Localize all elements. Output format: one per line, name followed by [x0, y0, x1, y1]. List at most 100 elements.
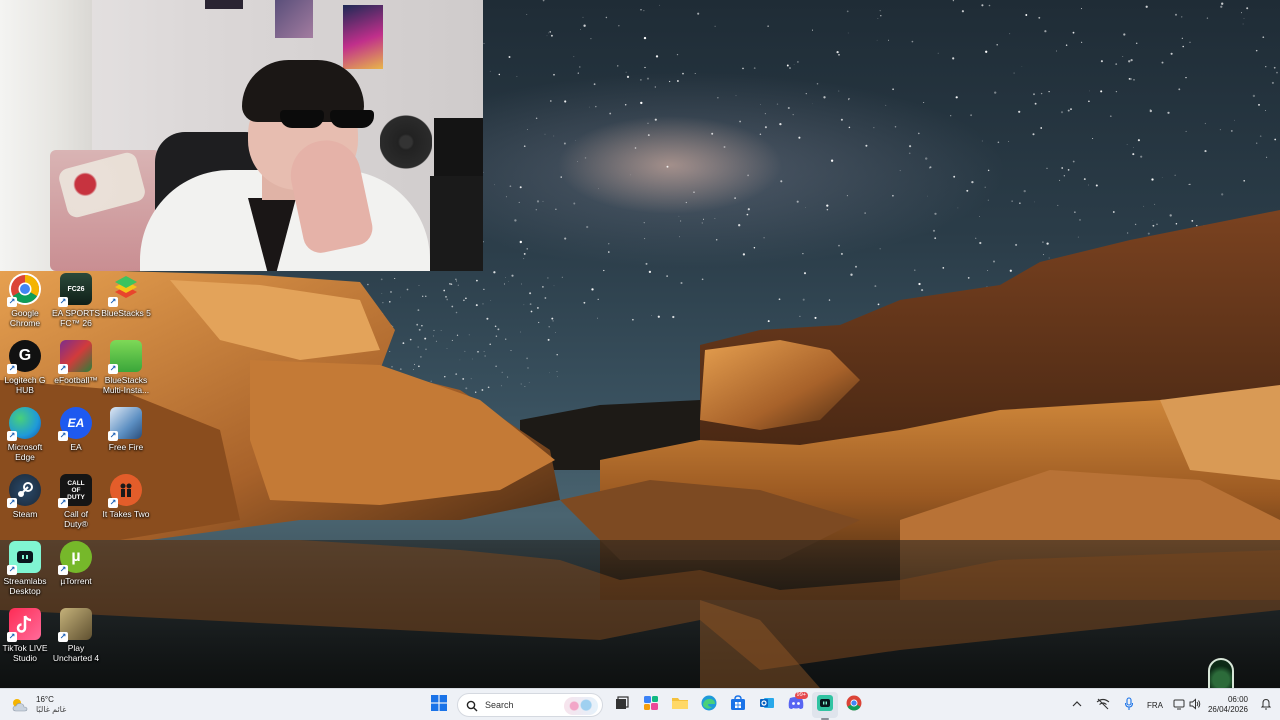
- gaming-poster: [343, 5, 383, 69]
- free-fire-icon: ↗: [108, 407, 142, 441]
- task-view-button[interactable]: [609, 692, 635, 718]
- shortcut-arrow-icon: ↗: [58, 565, 68, 575]
- chevron-up-icon: [1072, 700, 1082, 710]
- streamlabs-icon: [816, 694, 833, 716]
- edge-icon: ↗: [7, 407, 41, 441]
- search-highlight-icon: [564, 697, 598, 715]
- store-icon: [730, 694, 746, 716]
- cloudy-sun-icon: [10, 697, 30, 713]
- shortcut-arrow-icon: ↗: [7, 431, 17, 441]
- desktop-icon-streamlabs-desktop[interactable]: ↗ Streamlabs Desktop: [0, 539, 50, 605]
- chrome-taskbar-button[interactable]: [841, 692, 867, 718]
- widgets-button[interactable]: [638, 692, 664, 718]
- icon-label: It Takes Two: [102, 509, 150, 519]
- shortcut-arrow-icon: ↗: [7, 364, 17, 374]
- shortcut-arrow-icon: ↗: [58, 632, 68, 642]
- shortcut-arrow-icon: ↗: [7, 565, 17, 575]
- display-icon: [1173, 698, 1185, 712]
- tiktok-live-icon: ↗: [7, 608, 41, 642]
- shortcut-arrow-icon: ↗: [58, 431, 68, 441]
- icon-label: Free Fire: [108, 442, 144, 452]
- webcam-overlay: [0, 0, 483, 271]
- taskbar-apps: Search 99+: [424, 692, 868, 720]
- chrome-icon: ↗: [7, 273, 41, 307]
- outlook-button[interactable]: [754, 692, 780, 718]
- icon-label: BlueStacks Multi-Insta...: [102, 375, 150, 395]
- taskbar: 16°C غائم غالبًا Search 99+ FRA 06:00 26…: [0, 688, 1280, 720]
- desktop-icon-bluestacks-multi-instance[interactable]: ↗ BlueStacks Multi-Insta...: [101, 338, 151, 404]
- start-button[interactable]: [426, 692, 452, 718]
- desktop-icon-it-takes-two[interactable]: ↗ It Takes Two: [101, 472, 151, 538]
- fan: [380, 112, 432, 172]
- desktop-icon-steam[interactable]: ↗ Steam: [0, 472, 50, 538]
- quick-settings-button[interactable]: [1173, 695, 1201, 715]
- icon-label: Microsoft Edge: [7, 442, 43, 462]
- task-view-icon: [615, 695, 629, 715]
- bluestacks-icon: ↗: [108, 273, 142, 307]
- desktop-icon-play-uncharted-4[interactable]: ↗ Play Uncharted 4: [51, 606, 101, 672]
- desktop-icon-call-of-duty[interactable]: CALL OF DUTY ↗ Call of Duty®: [51, 472, 101, 538]
- desktop-icon-bluestacks-5[interactable]: ↗ BlueStacks 5: [101, 271, 151, 337]
- desktop-icon-utorrent[interactable]: µ ↗ µTorrent: [51, 539, 101, 605]
- search-icon: [466, 699, 478, 712]
- utorrent-icon: µ ↗: [58, 541, 92, 575]
- streamlabs-taskbar-button[interactable]: [811, 692, 838, 720]
- weather-description: غائم غالبًا: [36, 705, 67, 714]
- desktop-icon-google-chrome[interactable]: ↗ Google Chrome: [0, 271, 50, 337]
- notifications-button[interactable]: [1258, 695, 1274, 715]
- clock-date: 26/04/2026: [1207, 705, 1248, 714]
- desktop-icon-ea-sports-fc-26[interactable]: FC26 ↗ EA SPORTS FC™ 26: [51, 271, 101, 337]
- show-hidden-icons-button[interactable]: [1069, 695, 1085, 715]
- desktop-icon-microsoft-edge[interactable]: ↗ Microsoft Edge: [0, 405, 50, 471]
- icon-label: TikTok LIVE Studio: [2, 643, 48, 663]
- it-takes-two-icon: ↗: [108, 474, 142, 508]
- uncharted-icon: ↗: [58, 608, 92, 642]
- edge-taskbar-button[interactable]: [696, 692, 722, 718]
- desktop-icon-efootball[interactable]: ↗ eFootball™: [51, 338, 101, 404]
- shortcut-arrow-icon: ↗: [7, 297, 17, 307]
- shortcut-arrow-icon: ↗: [108, 297, 118, 307]
- windows-logo-icon: [430, 694, 447, 716]
- search-placeholder: Search: [485, 700, 514, 710]
- icon-label: Google Chrome: [9, 308, 41, 328]
- file-explorer-button[interactable]: [667, 692, 693, 718]
- taskbar-search[interactable]: Search: [457, 693, 603, 717]
- shortcut-arrow-icon: ↗: [58, 297, 68, 307]
- volume-icon: [1189, 698, 1201, 712]
- icon-label: EA: [70, 442, 82, 452]
- steam-icon: ↗: [7, 474, 41, 508]
- logitech-g-icon: G ↗: [7, 340, 41, 374]
- clock-time: 06:00: [1227, 695, 1248, 704]
- discord-button[interactable]: 99+: [783, 692, 809, 718]
- efootball-icon: ↗: [58, 340, 92, 374]
- shortcut-arrow-icon: ↗: [108, 431, 118, 441]
- shortcut-arrow-icon: ↗: [108, 498, 118, 508]
- language-indicator[interactable]: FRA: [1147, 695, 1163, 715]
- shortcut-arrow-icon: ↗: [58, 364, 68, 374]
- desktop-icon-logitech-g-hub[interactable]: G ↗ Logitech G HUB: [0, 338, 50, 404]
- microphone-button[interactable]: [1121, 695, 1137, 715]
- desktop-icon-ea[interactable]: EA ↗ EA: [51, 405, 101, 471]
- ea-sports-fc-icon: FC26 ↗: [58, 273, 92, 307]
- icon-label: BlueStacks 5: [101, 308, 151, 318]
- desk: [430, 176, 483, 271]
- network-status-button[interactable]: [1095, 695, 1111, 715]
- shortcut-arrow-icon: ↗: [58, 498, 68, 508]
- desktop-icon-free-fire[interactable]: ↗ Free Fire: [101, 405, 151, 471]
- weather-temperature: 16°C: [36, 695, 54, 704]
- outlook-icon: [759, 695, 775, 716]
- clock[interactable]: 06:00 26/04/2026: [1208, 695, 1248, 715]
- reflection-layer: [0, 540, 1280, 688]
- chrome-icon: [846, 695, 862, 716]
- microsoft-store-button[interactable]: [725, 692, 751, 718]
- icon-label: eFootball™: [54, 375, 98, 385]
- notification-badge: 99+: [795, 692, 808, 699]
- widgets-icon: [643, 695, 659, 716]
- icon-label: µTorrent: [60, 576, 92, 586]
- poster: [275, 0, 313, 38]
- desktop-icon-tiktok-live-studio[interactable]: ↗ TikTok LIVE Studio: [0, 606, 50, 672]
- weather-widget[interactable]: 16°C غائم غالبًا: [10, 693, 66, 717]
- poster: [205, 0, 243, 9]
- system-tray: FRA 06:00 26/04/2026: [1064, 689, 1280, 720]
- shortcut-arrow-icon: ↗: [7, 632, 17, 642]
